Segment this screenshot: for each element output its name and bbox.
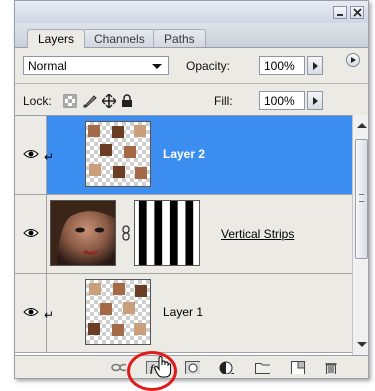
visibility-toggle[interactable] (15, 116, 47, 194)
vertical-strips-mask-thumbnail[interactable] (134, 200, 200, 266)
scroll-thumb[interactable] (355, 139, 368, 259)
close-button[interactable] (350, 6, 364, 19)
scroll-up-icon[interactable] (357, 123, 367, 128)
link-chain-icon[interactable] (122, 225, 130, 241)
opacity-label: Opacity: (186, 59, 231, 73)
layer-row-layer-1[interactable]: ↵ Layer 1 (15, 274, 352, 353)
trash-icon[interactable] (325, 361, 340, 374)
layer-name[interactable]: Vertical Strips (221, 227, 294, 241)
visibility-toggle[interactable] (15, 195, 47, 273)
layer-row-vertical-strips[interactable]: Vertical Strips (15, 195, 352, 274)
hand-cursor-icon (154, 356, 172, 378)
layers-bottom-toolbar: f (15, 355, 368, 378)
layer-thumbnail[interactable] (85, 121, 151, 187)
blend-mode-select[interactable]: Normal (23, 56, 169, 75)
add-mask-icon[interactable] (185, 361, 200, 374)
link-layers-icon[interactable] (111, 361, 126, 374)
tab-paths[interactable]: Paths (153, 29, 206, 47)
opacity-slider-button[interactable] (307, 56, 323, 75)
new-group-icon[interactable] (255, 361, 270, 374)
eye-icon (23, 150, 39, 158)
tab-channels[interactable]: Channels (83, 29, 156, 47)
opacity-field[interactable]: 100% (259, 56, 305, 75)
blend-mode-value: Normal (28, 59, 67, 73)
adjustment-layer-icon[interactable] (219, 361, 234, 374)
clipping-arrow-icon: ↵ (44, 308, 55, 322)
layer-name[interactable]: Layer 2 (163, 147, 205, 161)
layers-list: ↵ Layer 2 Vertical Strips ↵ Layer 1 (15, 115, 352, 356)
fill-slider-button[interactable] (307, 91, 323, 110)
visibility-toggle[interactable] (15, 274, 47, 352)
layer-row-layer-2[interactable]: ↵ Layer 2 (15, 116, 352, 195)
scroll-down-icon[interactable] (357, 342, 367, 347)
lock-position-icon[interactable] (102, 94, 116, 108)
panel-titlebar[interactable] (15, 1, 368, 23)
layer-thumbnail[interactable] (85, 279, 151, 345)
lock-transparent-icon[interactable] (63, 94, 77, 108)
portrait-thumbnail[interactable] (50, 200, 116, 266)
lock-image-icon[interactable] (82, 94, 98, 108)
fill-field[interactable]: 100% (259, 91, 305, 110)
eye-icon (23, 229, 39, 237)
new-layer-icon[interactable] (291, 361, 306, 374)
layers-panel: Layers Channels Paths Normal Opacity: 10… (14, 0, 369, 379)
chevron-down-icon (152, 64, 162, 69)
panel-tabs: Layers Channels Paths (15, 23, 368, 67)
layer-name[interactable]: Layer 1 (163, 305, 203, 319)
blend-opacity-row: Normal Opacity: 100% (15, 49, 368, 83)
eye-icon (23, 308, 39, 316)
layers-scrollbar[interactable] (352, 115, 368, 355)
lock-label: Lock: (23, 94, 52, 108)
close-icon (353, 8, 362, 17)
tab-layers[interactable]: Layers (27, 29, 86, 48)
lock-all-icon[interactable] (121, 94, 133, 108)
divider (15, 83, 368, 84)
clipping-arrow-icon: ↵ (44, 150, 55, 164)
fill-label: Fill: (214, 94, 233, 108)
minimize-button[interactable] (333, 6, 347, 19)
